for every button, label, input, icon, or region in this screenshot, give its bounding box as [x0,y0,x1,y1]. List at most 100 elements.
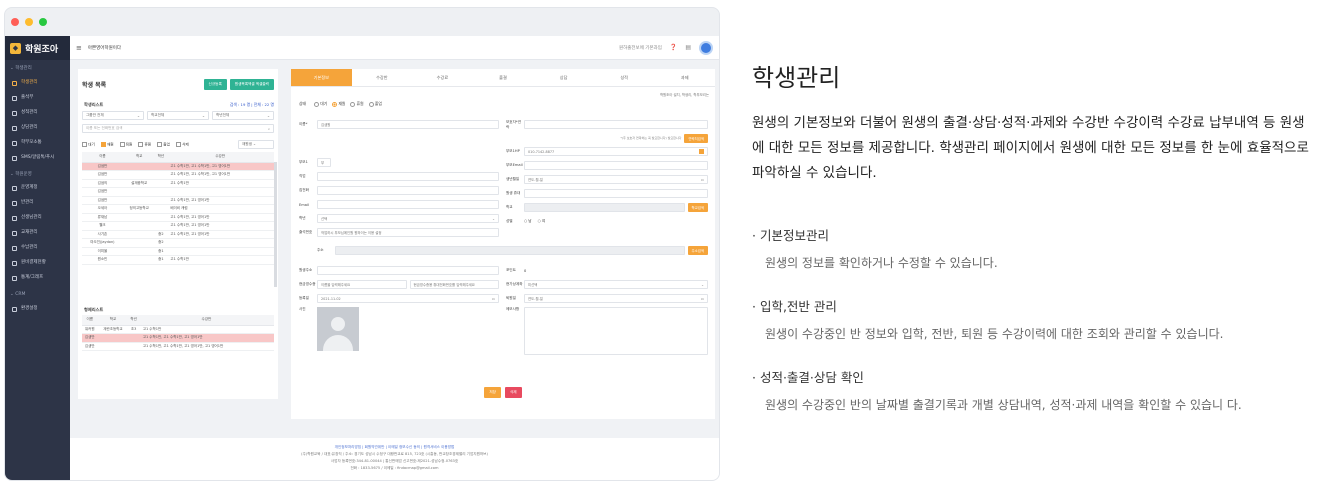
new-student-button[interactable]: 신규등록 [203,79,227,90]
contact-search-button[interactable]: 연락처검색 [684,133,708,143]
school-filter-select[interactable]: 학교전체 ⌄ [147,111,209,120]
virtual-account-select[interactable]: 미선택 ⌄ [524,280,708,289]
detail-tab[interactable]: 수강료 [412,69,473,86]
column-header[interactable]: 학교 [122,152,156,163]
column-header[interactable]: 학교 [97,315,129,326]
column-header[interactable]: 이름 [82,315,98,326]
sidebar-item[interactable]: 선생님관리 [5,211,70,226]
sibling-row[interactable]: 김샘반 고1 수학1반, 고1 수학1반, 고1 영어1반, 고1 영어1반 [82,342,274,351]
user-avatar[interactable] [699,40,713,55]
parent-hp-field[interactable]: 010-7142-8877 [524,147,708,156]
student-hp-field[interactable] [524,189,708,198]
calendar-icon[interactable]: ▭ [701,178,704,182]
student-row[interactable]: 김샘의 설재중학교 고1 수학1반 [82,179,274,188]
sibling-row[interactable]: 김샘반 고1 수학1반, 고1 수학1반, 고1 영어1반 [82,333,274,343]
footer-links[interactable]: 개인정보처리방침 | 회원약관위반 | 이메일 정보수신 동의 | 원격서비스 … [70,444,719,451]
attend-no-field[interactable]: 작업하시 부모님에인원 원하이는 이용 설정 [317,228,499,237]
detail-tab[interactable]: 수강반 [352,69,413,86]
sidebar-item[interactable]: 교재관리 [5,226,70,241]
table-scrollbar[interactable] [274,162,277,287]
student-row[interactable]: 오세아 정의고등학교 베이비 캐럼 [82,204,274,214]
calendar-icon[interactable]: ▭ [701,297,704,301]
detail-tab[interactable]: 과제 [654,69,715,86]
out-date-field[interactable]: 연도-월-일 ▭ [524,294,708,303]
sidebar-item[interactable]: 학생관리 [5,76,70,91]
maximize-dot-icon[interactable] [39,18,47,26]
document-icon[interactable]: ▤ [685,44,691,51]
status-checkbox[interactable]: 졸업 [157,141,170,148]
enroll-date-field[interactable]: 2021-11-02 ▭ [317,294,499,303]
status-radio[interactable]: 졸업 [368,101,382,107]
gender-female-radio[interactable]: ○ 여 [538,219,546,224]
memo-textarea[interactable] [524,307,708,355]
sidebar-item[interactable]: 환경설정 [5,302,70,317]
parent-email-field[interactable] [524,161,708,170]
close-dot-icon[interactable] [11,18,19,26]
receipt-phone-field[interactable]: 현금영수증용 휴대전화번호를 입력해주세요 [409,280,499,289]
delete-button[interactable]: 삭제 [505,387,522,398]
home-phone-field[interactable] [317,186,499,195]
address-search-button[interactable]: 주소검색 [687,246,708,255]
grade-filter-select[interactable]: 학년전체 ⌄ [212,111,274,120]
student-row[interactable]: 류재남 고1 수학1반, 고1 영어1반 [82,213,274,222]
student-search-input[interactable]: 이름 또는 전화번호 검색 ⌕ [82,124,274,133]
save-button[interactable]: 저장 [484,387,501,398]
student-row[interactable]: 마오진(Jaydon) 중2 [82,238,274,248]
sidebar-item[interactable]: 반관리 [5,196,70,211]
sibling-row[interactable]: 워커원 계란초등학교 초3 고1 수학1반 [82,325,274,334]
status-checkbox[interactable]: 재원 [100,141,114,148]
receipt-name-field[interactable]: 이름을 입력해주세요 [317,280,407,289]
minimize-dot-icon[interactable] [25,18,33,26]
email-field[interactable] [317,200,499,209]
detail-tab[interactable]: 성적 [594,69,655,86]
school-field[interactable] [524,203,685,212]
sidebar-item[interactable]: 통계/그래프 [5,271,70,286]
column-header[interactable]: 수강반 [166,152,274,163]
status-radio[interactable]: 대기 [314,101,327,107]
calendar-icon[interactable]: ▭ [492,297,495,301]
parent-contact-field[interactable] [524,120,708,129]
sidebar-item[interactable]: SMS/알림톡/푸시 [5,151,70,166]
hamburger-menu-icon[interactable]: ≡ [76,44,82,52]
status-checkbox[interactable]: 대기 [82,141,95,148]
student-row[interactable]: 웰크 고1 수학1반, 고1 영어1반 [82,221,274,231]
detail-tab[interactable]: 상담 [533,69,594,86]
status-radio[interactable]: 휴원 [350,101,364,107]
sidebar-item[interactable]: 운영계정 [5,181,70,196]
status-radio[interactable]: 재원 [332,101,345,107]
job-field[interactable] [317,172,499,181]
sidebar-item[interactable]: 출석부 [5,91,70,106]
column-header[interactable]: 학년 [155,152,167,163]
sms-checkbox-icon[interactable] [699,149,704,154]
status-checkbox[interactable]: 삭제 [175,141,189,148]
excel-export-button[interactable]: 원생목록엑셀 엑셀출력 [229,79,274,90]
student-row[interactable]: 김샘반 고1 수학1반, 고1 수학1반, 고1 영어1반 [82,162,274,171]
detail-tab[interactable]: 기본정보 [291,69,352,86]
sidebar-item[interactable]: 학부모소통 [5,136,70,151]
column-header[interactable]: 이름 [82,152,123,163]
student-row[interactable]: 김샘반 [82,187,274,197]
student-row[interactable]: 김샘반 고1 수학1반, 고1 수학1반, 고1 영어1반 [82,170,274,180]
status-checkbox[interactable]: 휴원 [138,141,151,148]
gender-male-radio[interactable]: ○ 남 [524,219,532,224]
address-field[interactable] [335,246,685,255]
school-search-button[interactable]: 학교검색 [687,203,708,212]
sidebar-item[interactable]: 원비결제현황 [5,256,70,271]
birth-date-field[interactable]: 연도-월-일 ▭ [524,175,708,184]
name-field[interactable]: 김샘원 [317,120,499,129]
student-row[interactable]: 원소빈 중1 고1 수학1반 [82,255,274,265]
student-photo-placeholder[interactable] [317,307,359,351]
student-row[interactable]: 사기존 중2 고1 수학1반, 고1 영어1반 [82,230,274,239]
sidebar-item[interactable]: 수납관리 [5,241,70,256]
detail-tab[interactable]: 출결 [473,69,534,86]
student-row[interactable]: 이미율 중1 [82,247,274,256]
group-filter-select[interactable]: 그룹반 전체 ⌄ [82,111,144,120]
app-logo[interactable]: ◆ 학원조아 [5,36,70,60]
help-icon[interactable]: ❓ [670,44,677,51]
column-header[interactable]: 수강반 [138,315,274,326]
sidebar-item[interactable]: 상담관리 [5,121,70,136]
parent-field[interactable]: 부 [317,158,331,167]
student-address-field[interactable] [317,266,499,275]
status-checkbox[interactable]: 퇴원 [119,141,132,148]
grade-select[interactable]: 선택 ⌄ [317,214,499,223]
